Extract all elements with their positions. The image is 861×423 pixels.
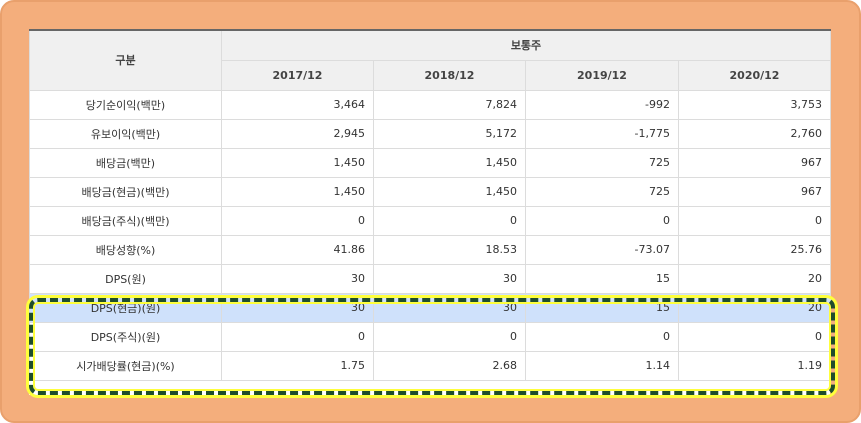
cell-value: 30: [373, 292, 526, 323]
table-row: 시가배당률(현금)(%) 1.75 2.68 1.14 1.19: [29, 350, 831, 381]
row-label: 배당금(주식)(백만): [29, 205, 222, 236]
table-row-selected: DPS(현금)(원) 30 30 15 20: [29, 292, 831, 323]
dividend-table: 구분 보통주 2017/12 2018/12 2019/12 2020/12 당…: [29, 29, 831, 381]
header-common-stock: 보통주: [221, 29, 831, 61]
header-year: 2018/12: [373, 59, 526, 91]
cell-value: 20: [678, 263, 831, 294]
cell-value: 725: [525, 176, 679, 207]
row-label: 당기순이익(백만): [29, 89, 222, 120]
header-category: 구분: [29, 29, 222, 91]
table-row: 배당성향(%) 41.86 18.53 -73.07 25.76: [29, 234, 831, 265]
cell-value: 0: [525, 205, 679, 236]
cell-value: 2,945: [221, 118, 374, 149]
cell-value: 1,450: [373, 176, 526, 207]
cell-value: 725: [525, 147, 679, 178]
cell-value: 0: [373, 205, 526, 236]
cell-value: 18.53: [373, 234, 526, 265]
cell-value: 1.14: [525, 350, 679, 381]
cell-value: 0: [678, 205, 831, 236]
cell-value: 0: [678, 321, 831, 352]
row-label: DPS(원): [29, 263, 222, 294]
cell-value: 30: [373, 263, 526, 294]
cell-value: -1,775: [525, 118, 679, 149]
cell-value: 30: [221, 263, 374, 294]
cell-value: 0: [525, 321, 679, 352]
cell-value: 0: [221, 321, 374, 352]
cell-value: 3,753: [678, 89, 831, 120]
cell-value: 3,464: [221, 89, 374, 120]
table-row: 당기순이익(백만) 3,464 7,824 -992 3,753: [29, 89, 831, 120]
header-year: 2020/12: [678, 59, 831, 91]
header-year: 2017/12: [221, 59, 374, 91]
row-label: DPS(현금)(원): [29, 292, 222, 323]
cell-value: 25.76: [678, 234, 831, 265]
cell-value: 0: [221, 205, 374, 236]
cell-value: 7,824: [373, 89, 526, 120]
table-row: 배당금(주식)(백만) 0 0 0 0: [29, 205, 831, 236]
cell-value: -73.07: [525, 234, 679, 265]
cell-value: 1,450: [373, 147, 526, 178]
header-year: 2019/12: [525, 59, 679, 91]
cell-value: -992: [525, 89, 679, 120]
row-label: DPS(주식)(원): [29, 321, 222, 352]
table-row: 배당금(백만) 1,450 1,450 725 967: [29, 147, 831, 178]
cell-value: 1,450: [221, 147, 374, 178]
cell-value: 2.68: [373, 350, 526, 381]
row-label: 유보이익(백만): [29, 118, 222, 149]
cell-value: 30: [221, 292, 374, 323]
cell-value: 967: [678, 147, 831, 178]
cell-value: 1.75: [221, 350, 374, 381]
row-label: 배당금(백만): [29, 147, 222, 178]
table-row: DPS(원) 30 30 15 20: [29, 263, 831, 294]
cell-value: 15: [525, 263, 679, 294]
table-row: 유보이익(백만) 2,945 5,172 -1,775 2,760: [29, 118, 831, 149]
row-label: 배당금(현금)(백만): [29, 176, 222, 207]
cell-value: 15: [525, 292, 679, 323]
cell-value: 5,172: [373, 118, 526, 149]
cell-value: 20: [678, 292, 831, 323]
cell-value: 0: [373, 321, 526, 352]
cell-value: 2,760: [678, 118, 831, 149]
row-label: 배당성향(%): [29, 234, 222, 265]
cell-value: 1,450: [221, 176, 374, 207]
table-row: DPS(주식)(원) 0 0 0 0: [29, 321, 831, 352]
cell-value: 1.19: [678, 350, 831, 381]
table-row: 배당금(현금)(백만) 1,450 1,450 725 967: [29, 176, 831, 207]
row-label: 시가배당률(현금)(%): [29, 350, 222, 381]
cell-value: 41.86: [221, 234, 374, 265]
cell-value: 967: [678, 176, 831, 207]
